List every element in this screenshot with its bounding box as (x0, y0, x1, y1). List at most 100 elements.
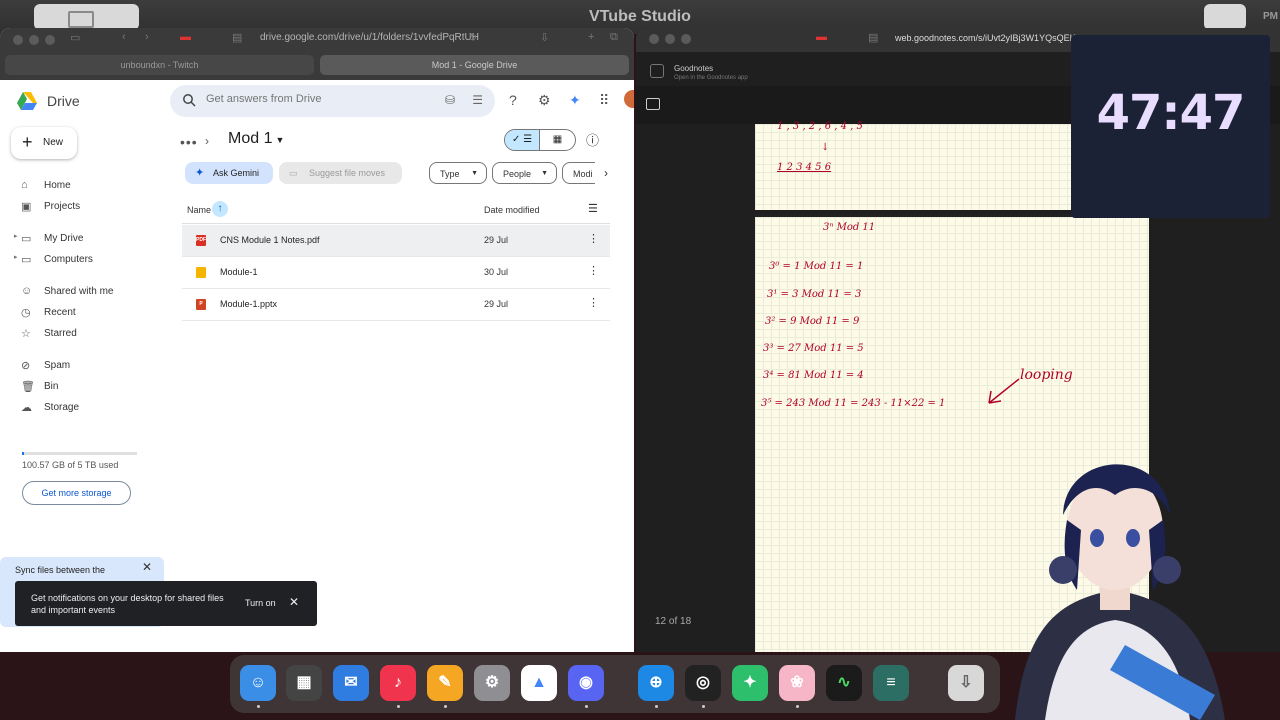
note-line: 1 2 3 4 5 6 (777, 162, 832, 173)
sidebar-item-bin[interactable]: 🗑 Bin (18, 381, 58, 393)
sidebar-item-storage[interactable]: ☁ Storage (18, 402, 80, 414)
record-icon[interactable]: ▬ (180, 31, 191, 43)
chat-icon[interactable]: ✦ (732, 665, 768, 701)
vtube-icon[interactable]: ❀ (779, 665, 815, 701)
close-window-button[interactable] (13, 35, 23, 45)
chevron-right-icon[interactable]: › (595, 162, 617, 184)
close-window-button[interactable] (649, 34, 659, 44)
chevron-right-icon: › (205, 134, 209, 148)
script-icon[interactable]: ≡ (873, 665, 909, 701)
search-box[interactable]: ⛁ ☰ (170, 85, 495, 117)
table-row[interactable]: Module-1 30 Jul ⋮ (182, 257, 610, 289)
info-icon[interactable]: ⓘ (586, 130, 599, 149)
mail-icon[interactable]: ✉ (333, 665, 369, 701)
running-indicator (257, 705, 260, 708)
zoom-window-button[interactable] (45, 35, 55, 45)
sidebar-item-home[interactable]: ⌂ Home (18, 179, 71, 191)
pages-icon[interactable]: ✎ (427, 665, 463, 701)
new-button[interactable]: + New (11, 127, 77, 159)
settings-icon[interactable]: ⚙ (474, 665, 510, 701)
breadcrumb-folder[interactable]: Mod 1 ▼ (228, 130, 284, 148)
more-breadcrumb-icon[interactable]: ••• (180, 134, 198, 150)
downloads-icon[interactable]: ⇩ (948, 665, 984, 701)
running-indicator (796, 705, 799, 708)
search-filter-icon[interactable]: ⛁ (445, 93, 455, 107)
reload-icon[interactable]: ↻ (468, 31, 477, 44)
sidebar-item-starred[interactable]: ☆ Starred (18, 328, 77, 340)
launchpad-icon[interactable]: ▦ (286, 665, 322, 701)
discord-icon[interactable]: ◉ (568, 665, 604, 701)
monitor-icon[interactable]: ∿ (826, 665, 862, 701)
sidebar-item-my-drive[interactable]: ▸ ▭ My Drive (14, 233, 83, 245)
finder-icon[interactable]: ☺ (240, 665, 276, 701)
new-tab-icon[interactable]: + (588, 31, 594, 43)
search-options-icon[interactable]: ☰ (472, 93, 483, 107)
music-icon[interactable]: ♪ (380, 665, 416, 701)
control-button[interactable] (1204, 4, 1246, 30)
view-toggle: ✓ ☰ ▦ (504, 129, 576, 151)
obs-icon[interactable]: ◎ (685, 665, 721, 701)
forward-icon[interactable]: › (145, 31, 149, 43)
address-bar[interactable]: drive.google.com/drive/u/1/folders/1vvfe… (260, 32, 479, 43)
tab-twitch[interactable]: unboundxn - Twitch (5, 55, 314, 75)
drive-app-name[interactable]: Drive (47, 93, 80, 109)
gemini-icon[interactable]: ✦ (569, 92, 581, 109)
ask-gemini-button[interactable]: ✦ Ask Gemini (185, 162, 273, 184)
close-icon[interactable]: ✕ (142, 560, 152, 574)
sort-arrow-icon[interactable]: ↑ (212, 201, 228, 217)
sidebar-item-recent[interactable]: ◷ Recent (18, 307, 76, 319)
back-icon[interactable]: ‹ (122, 31, 126, 43)
projects-icon: ▣ (21, 201, 32, 213)
new-button-label: New (43, 137, 64, 148)
expand-arrow-icon[interactable]: ▸ (14, 232, 18, 240)
tab-overview-icon[interactable]: ⧉ (610, 31, 618, 44)
table-row[interactable]: P Module-1.pptx 29 Jul ⋮ (182, 289, 610, 321)
more-actions-icon[interactable]: ⋮ (588, 296, 599, 309)
table-row[interactable]: PDF CNS Module 1 Notes.pdf 29 Jul ⋮ (182, 225, 610, 257)
minimize-window-button[interactable] (29, 35, 39, 45)
grid-view-button[interactable]: ▦ (540, 130, 575, 150)
screen-button[interactable] (34, 4, 139, 30)
help-icon[interactable]: ? (509, 92, 517, 108)
file-table-header: Name ↑ Date modified ☰ (182, 198, 610, 224)
suggest-moves-label: Suggest file moves (309, 168, 386, 178)
sidebar-item-computers[interactable]: ▸ ▭ Computers (14, 254, 93, 266)
sidebar-item-spam[interactable]: ⊘ Spam (18, 360, 70, 372)
sync-promo-text: Sync files between the (15, 565, 106, 575)
tab-drive[interactable]: Mod 1 - Google Drive (320, 55, 629, 75)
expand-arrow-icon[interactable]: ▸ (14, 253, 18, 261)
sidebar-panel-icon[interactable] (646, 98, 660, 110)
download-icon[interactable]: ⇩ (540, 31, 549, 44)
search-input[interactable] (206, 93, 426, 105)
record-icon[interactable]: ▬ (816, 31, 827, 43)
drive-app-icon[interactable]: ▲ (521, 665, 557, 701)
more-actions-icon[interactable]: ⋮ (588, 264, 599, 277)
dock: ☺ ▦ ✉ ♪ ✎ ⚙ ▲ ◉ ⊕ ◎ ✦ ❀ ∿ ≡ ⇩ (230, 655, 1000, 713)
drive-logo-icon[interactable] (16, 90, 38, 112)
minimize-window-button[interactable] (665, 34, 675, 44)
note-line: 1 , 3 , 2 , 6 , 4 , 5 (777, 121, 863, 132)
sidebar-item-shared[interactable]: ☺ Shared with me (18, 285, 113, 297)
caret-down-icon: ▼ (275, 135, 285, 145)
date-column-header[interactable]: Date modified (484, 205, 540, 215)
timer-value: 47:47 (1096, 85, 1246, 141)
list-view-button[interactable]: ✓ ☰ (505, 130, 541, 150)
people-filter[interactable]: People ▼ (492, 162, 557, 184)
sidebar-item-label: Storage (44, 402, 80, 413)
goodnotes-open-in-app[interactable]: Open in the Goodnotes app (674, 75, 748, 81)
sidebar-toggle-icon[interactable]: ▭ (70, 31, 80, 44)
get-more-storage-button[interactable]: Get more storage (22, 481, 131, 505)
note-annotation: looping (1020, 367, 1073, 383)
sidebar-item-projects[interactable]: ▣ Projects (18, 201, 80, 213)
name-column-header[interactable]: Name (187, 205, 211, 215)
address-bar[interactable]: web.goodnotes.com/s/iUvt2yIBj3W1YQsQEK (895, 33, 1076, 43)
apps-grid-icon[interactable]: ⠿ (599, 92, 609, 109)
safari-icon[interactable]: ⊕ (638, 665, 674, 701)
settings-gear-icon[interactable]: ⚙ (538, 92, 551, 109)
avatar[interactable] (624, 90, 634, 108)
type-filter[interactable]: Type ▼ (429, 162, 487, 184)
zoom-window-button[interactable] (681, 34, 691, 44)
sort-options-icon[interactable]: ☰ (588, 202, 598, 215)
suggest-moves-button[interactable]: ▭ Suggest file moves (279, 162, 402, 184)
more-actions-icon[interactable]: ⋮ (588, 232, 599, 245)
